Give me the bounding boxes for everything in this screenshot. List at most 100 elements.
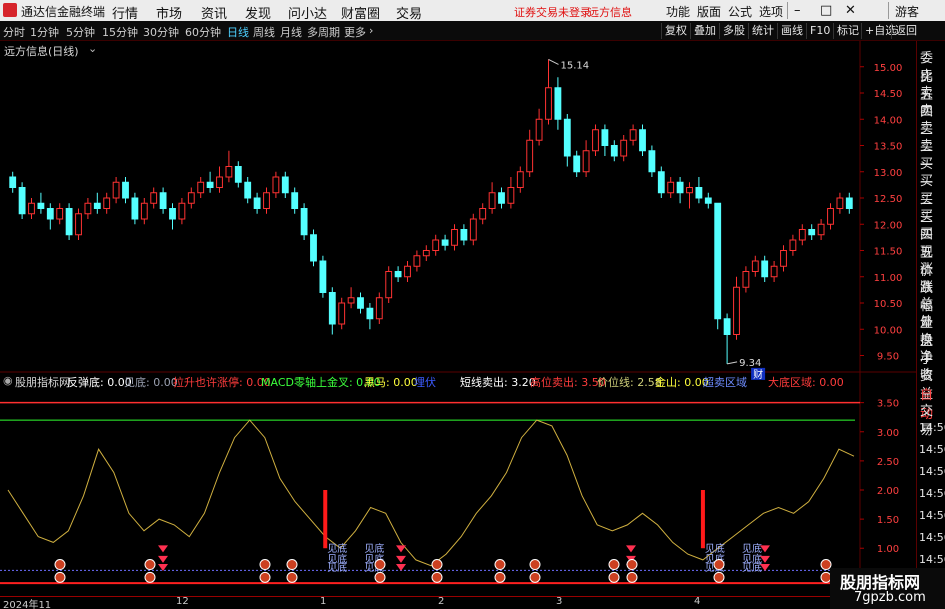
settings-icon[interactable]: ◉ — [3, 374, 13, 387]
bottom-signal-label: 见底 — [327, 561, 347, 574]
mark-button[interactable]: 标记 — [833, 23, 862, 39]
adjust-button[interactable]: 复权 — [661, 23, 690, 39]
candle — [573, 155, 581, 173]
candle — [610, 145, 618, 157]
candle — [479, 208, 487, 220]
date-label: 4 — [694, 596, 701, 607]
period-more[interactable]: 更多 — [344, 24, 366, 40]
candle — [394, 271, 402, 278]
high-label: 15.14 — [561, 60, 590, 71]
candle — [93, 202, 101, 209]
chevron-down-icon[interactable]: ⌄ — [88, 42, 97, 55]
candle — [836, 197, 844, 209]
menu-wealth[interactable]: 财富圈 — [341, 3, 380, 22]
candle — [150, 192, 158, 204]
tick-time: 14:56 — [919, 465, 945, 478]
candle — [169, 208, 176, 220]
candle — [197, 181, 205, 194]
minimize-icon[interactable]: – — [794, 3, 801, 18]
quote-side-panel: 委比 卖五 卖四 卖三 卖二 卖一 买一 买二 买三 买四 买五 现价 涨跌 涨幅 总量 外盘 换手 净资 收益 自动… — [916, 41, 945, 569]
candle — [375, 297, 383, 320]
price-tick-label: 11.50 — [874, 247, 903, 258]
indicator-tick-label: 3.00 — [877, 428, 899, 439]
close-icon[interactable]: ✕ — [845, 3, 856, 18]
period-15min[interactable]: 15分钟 — [102, 24, 138, 40]
period-60min[interactable]: 60分钟 — [185, 24, 221, 40]
candle — [498, 192, 505, 204]
menu-news[interactable]: 资讯 — [201, 3, 227, 22]
low-label: 9.34 — [739, 358, 761, 369]
price-tick-label: 13.50 — [874, 142, 903, 153]
candle — [413, 255, 421, 267]
overlay-button[interactable]: 叠加 — [690, 23, 719, 39]
period-monthly[interactable]: 月线 — [280, 24, 302, 40]
ball-icon — [286, 571, 298, 583]
price-tick-label: 13.00 — [874, 168, 903, 179]
candle — [676, 181, 684, 194]
legend-10: 金山: 0.00 — [655, 376, 709, 389]
ball-icon — [626, 559, 638, 571]
ball-icon — [259, 559, 271, 571]
candle — [667, 181, 675, 194]
price-tick-label: 12.50 — [874, 194, 903, 205]
f10-button[interactable]: F10 — [806, 23, 833, 39]
stats-button[interactable]: 统计 — [748, 23, 777, 39]
candle — [328, 292, 336, 325]
period-1min[interactable]: 1分钟 — [30, 24, 59, 40]
legend-2: 见底: 0.00 — [124, 376, 178, 389]
period-daily[interactable]: 日线 — [227, 24, 249, 40]
menu-trade[interactable]: 交易 — [396, 3, 422, 22]
candle — [122, 181, 129, 199]
legend-0: 股朋指标网 — [15, 376, 70, 389]
restore-icon[interactable]: □ — [820, 3, 832, 18]
divider — [787, 2, 788, 19]
period-multi[interactable]: 多周期 — [307, 24, 340, 40]
tick-time: 14:56 — [919, 509, 945, 522]
menu-discover[interactable]: 发现 — [245, 3, 271, 22]
chevron-right-icon[interactable]: › — [369, 24, 373, 37]
candle — [263, 192, 270, 209]
candle — [112, 181, 120, 199]
ball-icon — [713, 571, 725, 583]
indicator-tick-label: 1.00 — [877, 544, 899, 555]
login-notice[interactable]: 证券交易未登录 — [514, 4, 591, 20]
candle — [422, 250, 430, 257]
candle — [75, 213, 82, 236]
menu-formula[interactable]: 公式 — [728, 3, 752, 20]
legend-5: 黑马: 0.00 — [364, 376, 418, 389]
draw-line-button[interactable]: 画线 — [777, 23, 806, 39]
candle — [592, 129, 599, 152]
signal-bar — [323, 490, 328, 549]
indicator-tick-label: 1.50 — [877, 515, 899, 526]
bottom-signal-label: 见底 — [364, 542, 384, 555]
candle — [366, 307, 374, 320]
date-label: 1 — [320, 596, 327, 607]
period-30min[interactable]: 30分钟 — [143, 24, 179, 40]
period-weekly[interactable]: 周线 — [253, 24, 275, 40]
candle — [723, 318, 731, 335]
period-5min[interactable]: 5分钟 — [66, 24, 95, 40]
menu-shichang[interactable]: 市场 — [156, 3, 182, 22]
menu-layout[interactable]: 版面 — [697, 3, 721, 20]
candle — [648, 150, 656, 173]
candle — [620, 139, 628, 157]
divider — [888, 2, 889, 19]
period-intraday[interactable]: 分时 — [3, 24, 25, 40]
guest-button[interactable]: 游客 — [895, 3, 919, 20]
stock-name-notice: 远方信息 — [588, 6, 632, 19]
menu-function[interactable]: 功能 — [666, 3, 690, 20]
multi-stock-button[interactable]: 多股 — [719, 23, 748, 39]
candle — [187, 192, 195, 204]
title-bar: 通达信金融终端 行情 市场 资讯 发现 问小达 财富圈 交易 证券交易未登录 远… — [0, 0, 945, 22]
tick-time: 14:56 — [919, 421, 945, 434]
back-button[interactable]: 返回 — [891, 23, 920, 39]
chart-area[interactable]: 见底见底见底见底见底见底见底见底见底见底见底见底 15.0014.5014.00… — [0, 41, 916, 596]
price-tick-label: 9.50 — [877, 352, 899, 363]
price-tick-label: 10.50 — [874, 299, 903, 310]
menu-market[interactable]: 行情 — [112, 3, 138, 22]
candle — [460, 229, 468, 241]
menu-options[interactable]: 选项 — [759, 3, 783, 20]
menu-ask[interactable]: 问小达 — [288, 3, 327, 22]
candle — [808, 229, 816, 236]
indicator-legend: ◉ 股朋指标网 反弹底: 0.00 见底: 0.00 拉升也许涨停: 0.00 … — [0, 374, 916, 390]
